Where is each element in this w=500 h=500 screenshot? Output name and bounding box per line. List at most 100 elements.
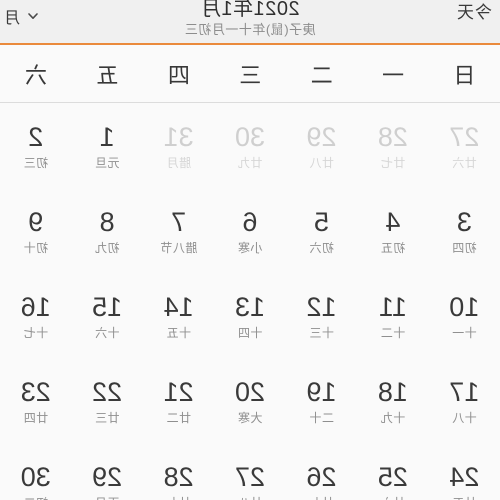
date-cell[interactable]: 5 初六	[286, 188, 357, 273]
date-number: 20	[234, 376, 266, 407]
date-cell[interactable]: 7 腊八节	[143, 188, 214, 273]
date-number: 11	[378, 291, 407, 322]
lunar-label: 元旦	[94, 155, 120, 170]
date-cell[interactable]: 27 廿八	[214, 443, 285, 500]
date-number: 25	[377, 461, 408, 492]
date-cell[interactable]: 25 廿六	[357, 443, 428, 500]
date-cell[interactable]: 13 十四	[214, 273, 285, 358]
date-cell[interactable]: 26 廿七	[286, 443, 357, 500]
date-number: 30	[20, 461, 51, 492]
date-cell[interactable]: 6 小寒	[214, 188, 285, 273]
date-number: 29	[92, 461, 123, 492]
mirrored-viewport: 今天 2021年1月 庚子(鼠)年十一月初三 月 日一二三四五六 27 廿六 28 廿…	[0, 0, 500, 500]
date-cell[interactable]: 9 初十	[0, 188, 71, 273]
calendar-header: 今天 2021年1月 庚子(鼠)年十一月初三 月	[0, 0, 500, 45]
date-number: 18	[377, 376, 408, 407]
lunar-label: 大寒	[237, 410, 263, 425]
date-cell[interactable]: 14 十五	[143, 273, 214, 358]
weekday-label-4: 四	[167, 62, 190, 88]
weekday-label-3: 三	[238, 62, 262, 88]
lunar-label: 廿七	[309, 495, 334, 500]
view-switcher[interactable]: 月	[4, 4, 40, 28]
lunar-label: 腊八节	[159, 240, 198, 255]
date-cell[interactable]: 16 十七	[0, 273, 71, 358]
lunar-label: 二十	[308, 410, 334, 425]
date-number: 24	[449, 461, 480, 492]
date-number: 31	[163, 121, 194, 152]
lunar-label: 廿九	[237, 155, 263, 170]
date-number: 29	[306, 121, 337, 152]
lunar-label: 初九	[94, 240, 120, 255]
date-number: 2	[28, 121, 44, 152]
date-number: 7	[171, 206, 187, 237]
date-cell[interactable]: 1 元旦	[71, 103, 142, 188]
date-number: 4	[385, 206, 401, 237]
date-cell[interactable]: 15 十六	[71, 273, 142, 358]
date-number: 26	[306, 461, 337, 492]
lunar-label: 十六	[94, 325, 120, 340]
lunar-label: 初四	[451, 240, 477, 255]
date-number: 13	[234, 291, 266, 322]
page-title[interactable]: 2021年1月	[0, 0, 500, 21]
lunar-subtitle: 庚子(鼠)年十一月初三	[184, 22, 316, 37]
date-cell[interactable]: 22 廿三	[71, 358, 142, 443]
lunar-label: 廿八	[308, 155, 334, 170]
date-cell[interactable]: 29 廿八	[286, 103, 357, 188]
date-cell[interactable]: 8 初九	[71, 188, 142, 273]
lunar-label: 廿六	[451, 155, 477, 170]
date-cell[interactable]: 11 十二	[357, 273, 428, 358]
lunar-label: 小寒	[237, 240, 263, 255]
date-number: 19	[306, 376, 337, 407]
date-number: 27	[234, 461, 266, 492]
date-cell[interactable]: 19 二十	[286, 358, 357, 443]
date-grid: 27 廿六 28 廿七 29 廿八 30 廿九 31 腊月 1 元旦 2 初三 3 初四 4 初五 5 初六 6 小寒 7 腊…	[0, 103, 500, 500]
date-cell[interactable]: 18 十九	[357, 358, 428, 443]
date-number: 12	[306, 291, 337, 322]
date-number: 28	[163, 461, 194, 492]
date-number: 8	[99, 206, 115, 237]
date-number: 10	[449, 291, 480, 322]
date-cell[interactable]: 10 十一	[429, 273, 500, 358]
lunar-label: 廿二	[166, 410, 192, 425]
lunar-label: 十五	[166, 325, 192, 340]
date-cell[interactable]: 30 初二	[0, 443, 71, 500]
date-cell[interactable]: 30 廿九	[214, 103, 285, 188]
date-cell[interactable]: 4 初五	[357, 188, 428, 273]
date-number: 3	[456, 206, 472, 237]
date-number: 9	[28, 206, 44, 237]
date-number: 15	[92, 291, 123, 322]
lunar-label: 十四	[237, 325, 263, 340]
date-cell[interactable]: 17 十八	[429, 358, 500, 443]
date-cell[interactable]: 27 廿六	[429, 103, 500, 188]
date-cell[interactable]: 24 廿五	[429, 443, 500, 500]
lunar-label: 廿八	[238, 495, 263, 500]
lunar-label: 十一	[451, 325, 477, 340]
lunar-label: 廿六	[380, 495, 405, 500]
date-cell[interactable]: 2 初三	[0, 103, 71, 188]
date-cell[interactable]: 31 腊月	[143, 103, 214, 188]
date-number: 6	[242, 206, 258, 237]
date-cell[interactable]: 12 十三	[286, 273, 357, 358]
lunar-label: 初三	[23, 155, 49, 170]
date-cell[interactable]: 28 廿七	[357, 103, 428, 188]
weekday-header-row: 日一二三四五六	[0, 45, 500, 103]
date-cell[interactable]: 21 廿二	[143, 358, 214, 443]
date-number: 17	[449, 376, 480, 407]
date-cell[interactable]: 23 廿四	[0, 358, 71, 443]
lunar-label: 初十	[23, 240, 49, 255]
lunar-label: 正月	[95, 495, 120, 500]
lunar-label: 廿四	[23, 410, 49, 425]
date-cell[interactable]: 28 廿九	[143, 443, 214, 500]
lunar-label: 腊月	[166, 155, 192, 170]
date-number: 1	[99, 121, 115, 152]
weekday-label-1: 一	[381, 62, 405, 88]
date-number: 16	[20, 291, 51, 322]
date-number: 22	[92, 376, 123, 407]
date-cell[interactable]: 3 初四	[429, 188, 500, 273]
lunar-label: 初二	[23, 495, 48, 500]
lunar-label: 廿三	[94, 410, 120, 425]
date-cell[interactable]: 29 正月	[71, 443, 142, 500]
calendar-app: 今天 2021年1月 庚子(鼠)年十一月初三 月 日一二三四五六 27 廿六 28 廿…	[0, 0, 500, 500]
date-number: 27	[449, 121, 480, 152]
date-cell[interactable]: 20 大寒	[214, 358, 285, 443]
